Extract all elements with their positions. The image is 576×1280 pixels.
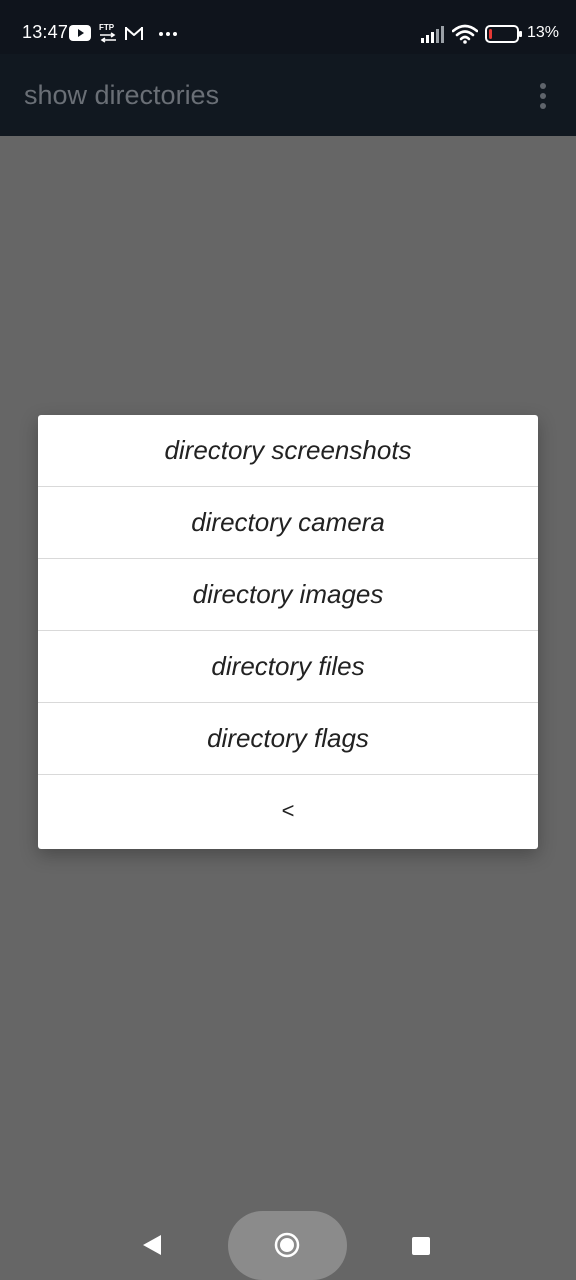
dialog-item-label: directory flags — [207, 723, 369, 753]
dialog-item-directory-flags[interactable]: directory flags — [38, 703, 538, 775]
dialog-item-label: directory images — [192, 579, 384, 609]
app-bar: show directories — [0, 54, 576, 136]
overflow-menu-icon[interactable] — [530, 80, 556, 112]
more-notifications-icon — [159, 32, 177, 36]
dialog-item-label: directory files — [211, 651, 365, 681]
gmail-icon — [125, 27, 143, 40]
dialog-back-label: < — [281, 798, 295, 823]
wifi-icon — [452, 24, 478, 44]
dialog-item-directory-camera[interactable]: directory camera — [38, 487, 538, 559]
dialog-item-label: directory screenshots — [164, 435, 412, 465]
ftp-icon: FTP — [99, 23, 116, 43]
recents-icon[interactable] — [412, 1237, 430, 1255]
directory-dialog: directory screenshots directory camera d… — [38, 415, 538, 849]
dialog-item-label: directory camera — [191, 507, 385, 537]
dialog-item-directory-screenshots[interactable]: directory screenshots — [38, 415, 538, 487]
app-title: show directories — [24, 80, 220, 110]
youtube-icon — [69, 25, 91, 41]
status-time: 13:47 — [22, 22, 69, 42]
navigation-bar — [0, 1200, 576, 1280]
dialog-back-button[interactable]: < — [38, 775, 538, 847]
svg-text:FTP: FTP — [99, 23, 115, 32]
battery-icon — [485, 25, 522, 43]
back-icon[interactable] — [142, 1234, 162, 1256]
home-icon — [274, 1232, 300, 1258]
signal-icon — [421, 26, 444, 43]
dialog-item-directory-files[interactable]: directory files — [38, 631, 538, 703]
dialog-item-directory-images[interactable]: directory images — [38, 559, 538, 631]
home-button[interactable] — [228, 1211, 347, 1280]
battery-percent: 13% — [527, 24, 560, 41]
